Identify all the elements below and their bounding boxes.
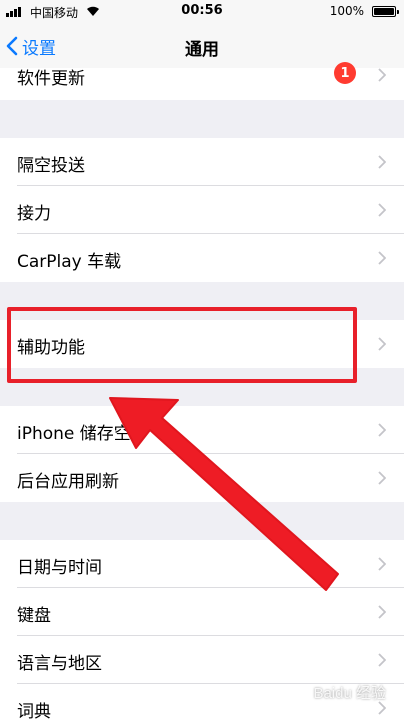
- status-bar: 中国移动 00:56 100%: [0, 0, 404, 24]
- battery-percent: 100%: [329, 4, 364, 18]
- row-software-update[interactable]: 软件更新 1: [0, 62, 404, 100]
- row-handoff[interactable]: 接力: [0, 186, 404, 234]
- chevron-right-icon: [378, 557, 386, 571]
- battery-icon: [372, 6, 399, 17]
- chevron-right-icon: [378, 423, 386, 437]
- row-label: 软件更新: [17, 69, 85, 89]
- row-iphone-storage[interactable]: iPhone 储存空: [0, 406, 404, 454]
- row-dictionary[interactable]: 词典: [0, 684, 404, 719]
- page-title: 通用: [185, 40, 219, 60]
- chevron-right-icon: [378, 155, 386, 169]
- chevron-right-icon: [378, 203, 386, 217]
- update-badge: 1: [334, 62, 356, 84]
- row-label: 键盘: [17, 606, 51, 626]
- row-label: 辅助功能: [17, 338, 85, 358]
- row-date-time[interactable]: 日期与时间: [0, 540, 404, 588]
- chevron-right-icon: [378, 251, 386, 265]
- row-airdrop[interactable]: 隔空投送: [0, 138, 404, 186]
- row-label: 词典: [17, 702, 51, 719]
- row-label: 日期与时间: [17, 558, 102, 578]
- row-accessibility[interactable]: 辅助功能: [0, 320, 404, 368]
- chevron-right-icon: [378, 701, 386, 715]
- row-label: CarPlay 车载: [17, 252, 122, 272]
- section-gap: [0, 502, 404, 540]
- row-language-region[interactable]: 语言与地区: [0, 636, 404, 684]
- section-gap: [0, 368, 404, 406]
- row-carplay[interactable]: CarPlay 车载: [0, 234, 404, 282]
- row-label: 接力: [17, 204, 51, 224]
- row-label: 隔空投送: [17, 156, 85, 176]
- row-label: 语言与地区: [17, 654, 102, 674]
- row-background-refresh[interactable]: 后台应用刷新: [0, 454, 404, 502]
- chevron-right-icon: [378, 471, 386, 485]
- section-gap: [0, 100, 404, 138]
- chevron-right-icon: [378, 337, 386, 351]
- section-gap: [0, 282, 404, 320]
- row-label: 后台应用刷新: [17, 472, 119, 492]
- row-keyboard[interactable]: 键盘: [0, 588, 404, 636]
- screen: 中国移动 00:56 100% 设置 通用 软件更新 1 隔空投送 接力 Car…: [0, 0, 404, 719]
- chevron-right-icon: [378, 653, 386, 667]
- row-label: iPhone 储存空: [17, 424, 131, 444]
- chevron-right-icon: [378, 68, 386, 82]
- chevron-right-icon: [378, 605, 386, 619]
